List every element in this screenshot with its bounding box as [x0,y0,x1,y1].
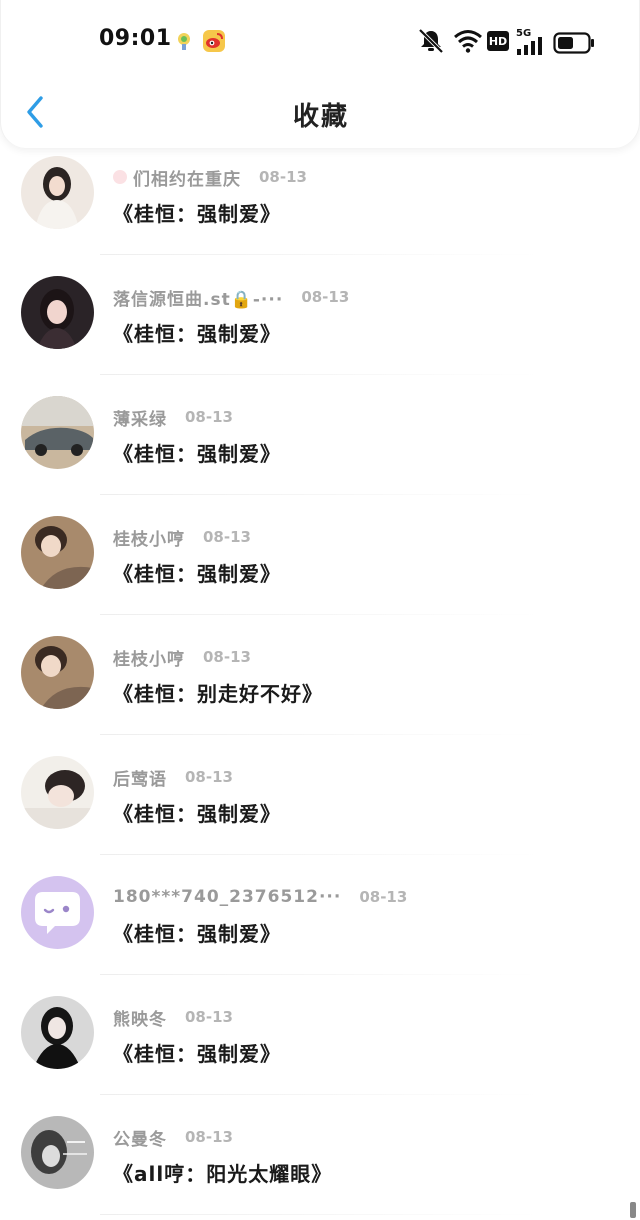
divider [100,854,540,855]
app-notification-icon [173,30,195,52]
avatar[interactable] [21,276,94,349]
username[interactable]: 后莺语 [113,765,167,790]
date: 08-13 [301,288,350,306]
username[interactable]: 桂枝小哼 [113,525,185,550]
date: 08-13 [185,1008,233,1026]
username[interactable]: 桂枝小哼 [113,645,185,670]
work-title[interactable]: 《桂恒：强制爱》 [113,1038,281,1067]
username[interactable]: 落信源恒曲.st🔒-··· [113,285,283,310]
username[interactable]: 公曼冬 [113,1125,167,1150]
work-title[interactable]: 《all哼：阳光太耀眼》 [113,1158,332,1187]
avatar[interactable] [21,756,94,829]
weibo-icon [203,30,225,52]
divider [100,254,540,255]
avatar[interactable] [21,396,94,469]
divider [100,494,540,495]
badge-icon [113,170,127,184]
work-title[interactable]: 《桂恒：强制爱》 [113,318,281,347]
status-time: 09:01 [99,26,172,51]
work-title[interactable]: 《桂恒：强制爱》 [113,798,281,827]
work-title[interactable]: 《桂恒：强制爱》 [113,558,281,587]
avatar[interactable] [21,996,94,1069]
battery-icon [553,32,594,54]
date: 08-13 [203,528,251,546]
list-item[interactable]: 桂枝小哼 08-13 《桂恒：别走好不好》 [0,628,640,748]
work-title[interactable]: 《桂恒：强制爱》 [113,198,281,227]
header-bar: 09:01 HD 5G 收藏 [0,0,640,148]
date: 08-13 [185,768,233,786]
5g-signal-icon [517,37,542,55]
username[interactable]: 180***740_2376512··· [113,887,341,907]
date: 08-13 [259,168,307,186]
list-item[interactable]: 熊映冬 08-13 《桂恒：强制爱》 [0,988,640,1108]
divider [100,614,540,615]
work-title[interactable]: 《桂恒：强制爱》 [113,438,281,467]
date: 08-13 [203,648,251,666]
list-item[interactable]: 们相约在重庆 08-13 《桂恒：强制爱》 [0,148,640,268]
username[interactable]: 们相约在重庆 [133,165,241,190]
avatar[interactable] [21,1116,94,1189]
list-item[interactable]: 公曼冬 08-13 《all哼：阳光太耀眼》 [0,1108,640,1220]
date: 08-13 [359,888,408,906]
avatar[interactable] [21,516,94,589]
mute-icon [418,28,444,54]
list-item[interactable]: 180***740_2376512··· 08-13 《桂恒：强制爱》 [0,868,640,988]
hd-icon: HD [487,31,509,51]
username[interactable]: 熊映冬 [113,1005,167,1030]
work-title[interactable]: 《桂恒：别走好不好》 [113,678,323,707]
work-title[interactable]: 《桂恒：强制爱》 [113,918,281,947]
list-item[interactable]: 桂枝小哼 08-13 《桂恒：强制爱》 [0,508,640,628]
avatar[interactable] [21,876,94,949]
avatar[interactable] [21,636,94,709]
wifi-icon [454,30,482,53]
username[interactable]: 薄采绿 [113,405,167,430]
divider [100,1214,540,1215]
date: 08-13 [185,1128,233,1146]
list-item[interactable]: 后莺语 08-13 《桂恒：强制爱》 [0,748,640,868]
divider [100,1094,540,1095]
divider [100,734,540,735]
date: 08-13 [185,408,233,426]
divider [100,974,540,975]
avatar[interactable] [21,156,94,229]
divider [100,374,540,375]
page-title: 收藏 [292,102,349,132]
status-bar: 09:01 HD 5G [1,0,640,80]
list-item[interactable]: 薄采绿 08-13 《桂恒：强制爱》 [0,388,640,508]
list-item[interactable]: 落信源恒曲.st🔒-··· 08-13 《桂恒：强制爱》 [0,268,640,388]
scrollbar[interactable] [630,1202,636,1218]
